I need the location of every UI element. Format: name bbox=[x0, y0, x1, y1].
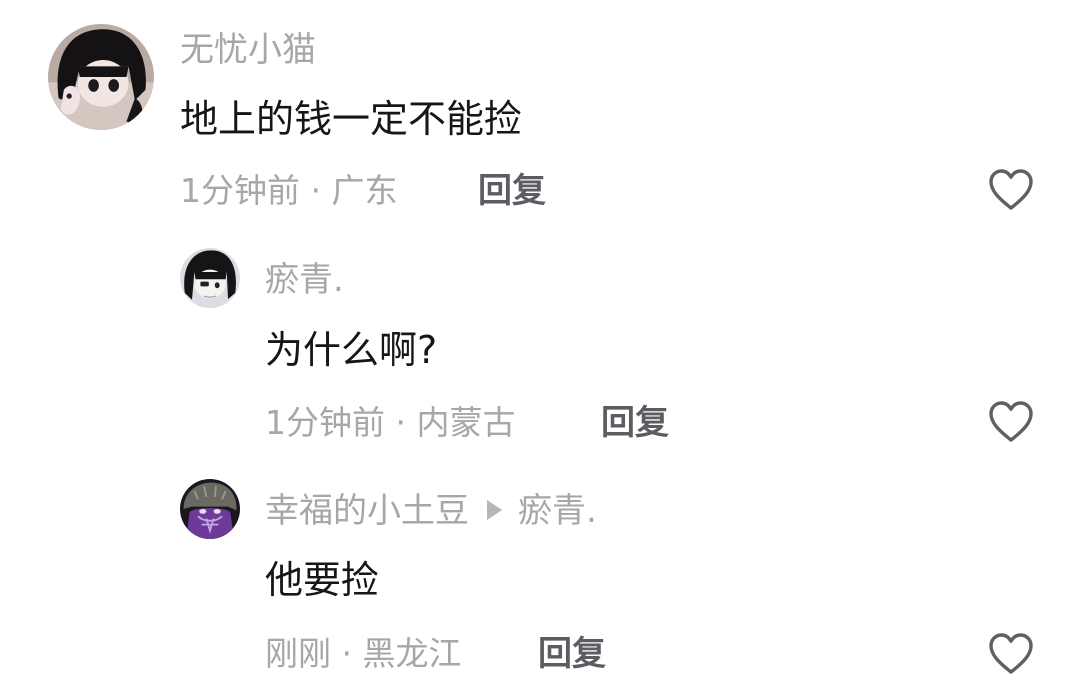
reply-location: 黑龙江 bbox=[362, 634, 462, 673]
reply-target-username[interactable]: 瘀青. bbox=[518, 491, 597, 531]
meta-separator: · bbox=[385, 403, 417, 442]
comment-username[interactable]: 无忧小猫 bbox=[180, 30, 316, 70]
heart-outline-icon bbox=[989, 401, 1033, 442]
avatar[interactable] bbox=[48, 24, 154, 130]
reply-time: 1分钟前 bbox=[265, 403, 385, 442]
meta-separator: · bbox=[300, 171, 332, 210]
avatar[interactable] bbox=[180, 479, 240, 539]
heart-outline-icon bbox=[989, 633, 1033, 674]
avatar[interactable] bbox=[180, 248, 240, 308]
heart-outline-icon bbox=[989, 169, 1033, 210]
reply-time: 刚刚 bbox=[265, 634, 331, 673]
like-button[interactable] bbox=[987, 632, 1035, 676]
reply-button[interactable]: 回复 bbox=[601, 403, 669, 443]
avatar-image bbox=[48, 24, 154, 130]
triangle-right-icon bbox=[487, 500, 502, 520]
avatar-image bbox=[180, 479, 240, 539]
like-button[interactable] bbox=[987, 168, 1035, 212]
reply-text: 为什么啊? bbox=[265, 328, 438, 372]
comment-location: 广东 bbox=[331, 171, 398, 210]
comment-time: 1分钟前 bbox=[180, 171, 300, 210]
reply-button[interactable]: 回复 bbox=[478, 171, 546, 211]
reply-location: 内蒙古 bbox=[416, 403, 516, 442]
comment-meta: 1分钟前 · 广东 bbox=[180, 171, 397, 211]
reply-username[interactable]: 瘀青. bbox=[265, 260, 344, 300]
avatar-image bbox=[180, 248, 240, 308]
reply-username[interactable]: 幸福的小土豆 bbox=[265, 491, 469, 531]
comment-text: 地上的钱一定不能捡 bbox=[180, 97, 523, 141]
reply-username-line: 幸福的小土豆 瘀青. bbox=[265, 491, 597, 531]
like-button[interactable] bbox=[987, 400, 1035, 444]
meta-separator: · bbox=[331, 634, 363, 673]
reply-button[interactable]: 回复 bbox=[538, 634, 606, 674]
reply-text: 他要捡 bbox=[265, 558, 380, 602]
reply-meta: 1分钟前 · 内蒙古 bbox=[265, 403, 515, 443]
reply-meta: 刚刚 · 黑龙江 bbox=[265, 634, 461, 674]
